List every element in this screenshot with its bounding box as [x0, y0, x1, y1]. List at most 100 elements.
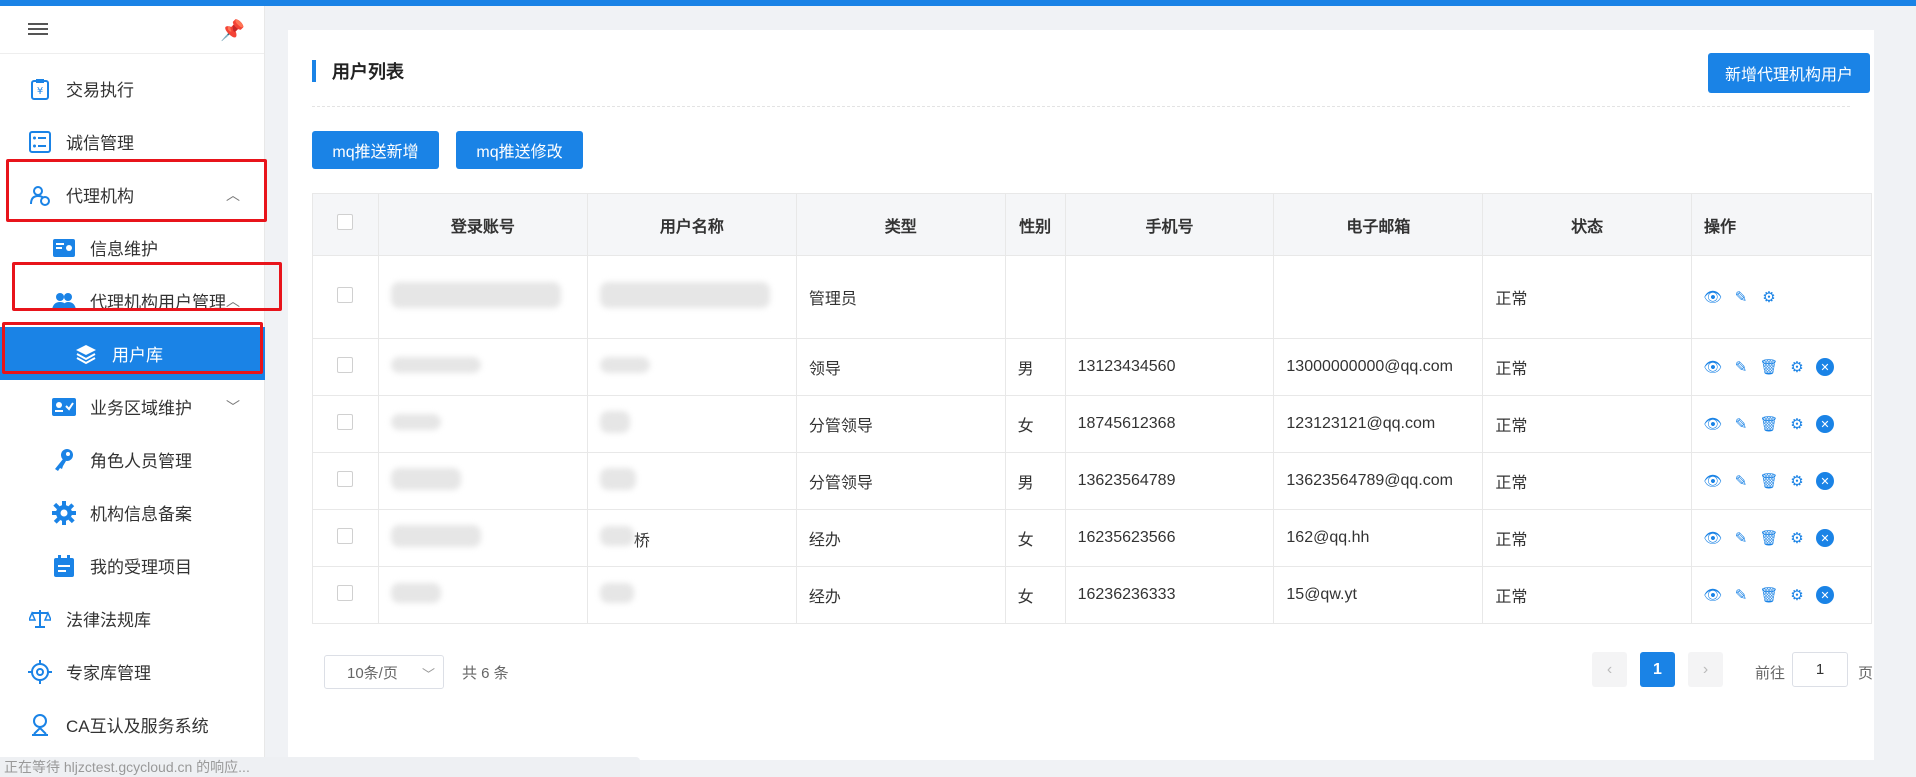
view-eye-icon[interactable]: 👁: [1703, 472, 1722, 490]
sidebar-item-laws[interactable]: 法律法规库: [0, 592, 265, 645]
edit-pencil-icon[interactable]: ✎: [1732, 358, 1750, 376]
edit-pencil-icon[interactable]: ✎: [1732, 529, 1750, 547]
view-eye-icon[interactable]: 👁: [1703, 529, 1722, 547]
redacted-text: [599, 410, 630, 433]
settings-gear-icon[interactable]: ⚙: [1788, 529, 1806, 547]
chevron-right-icon: ›: [1702, 660, 1709, 678]
sidebar-item-agency[interactable]: 代理机构 ︿: [0, 168, 265, 221]
mq-push-edit-button[interactable]: mq推送修改: [456, 131, 583, 169]
settings-gear-icon[interactable]: ⚙: [1788, 472, 1806, 490]
status-cell: 正常: [1482, 255, 1692, 339]
sidebar-item-role-personnel[interactable]: 角色人员管理: [0, 433, 265, 486]
page-title: 用户列表: [332, 62, 404, 82]
select-all-cell: [312, 193, 379, 256]
row-checkbox[interactable]: [337, 413, 354, 430]
row-checkbox[interactable]: [337, 584, 354, 601]
disable-close-icon[interactable]: ✕: [1816, 529, 1834, 547]
edit-pencil-icon[interactable]: ✎: [1732, 586, 1750, 604]
settings-gear-icon[interactable]: ⚙: [1760, 288, 1778, 306]
page-size-select[interactable]: 10条/页 ﹀: [324, 655, 444, 689]
edit-pencil-icon[interactable]: ✎: [1732, 415, 1750, 433]
sidebar-item-user-library[interactable]: 用户库: [0, 327, 265, 380]
sidebar-item-label: 专家库管理: [66, 664, 151, 683]
add-agency-user-button[interactable]: 新增代理机构用户: [1708, 53, 1870, 93]
total-count: 共 6 条: [462, 665, 509, 682]
table-row[interactable]: 桥 经办 女 16235623566 162@qq.hh 正常 👁 ✎ 🗑 ⚙ …: [312, 509, 1872, 567]
select-all-checkbox[interactable]: [337, 214, 354, 230]
actions-cell: 👁 ✎ 🗑 ⚙ ✕: [1691, 509, 1872, 567]
disable-close-icon[interactable]: ✕: [1816, 415, 1834, 433]
column-header: 手机号: [1064, 193, 1275, 256]
sidebar-item-my-projects[interactable]: 我的受理项目: [0, 539, 265, 592]
edit-pencil-icon[interactable]: ✎: [1732, 288, 1750, 306]
row-checkbox[interactable]: [337, 527, 354, 544]
sidebar-item-info-maintenance[interactable]: 信息维护: [0, 221, 265, 274]
sidebar-item-ca-system[interactable]: CA互认及服务系统: [0, 698, 265, 751]
row-select-cell: [312, 255, 379, 339]
sidebar-item-label: 代理机构: [66, 187, 134, 206]
row-checkbox[interactable]: [337, 470, 354, 487]
edit-pencil-icon[interactable]: ✎: [1732, 472, 1750, 490]
row-checkbox[interactable]: [337, 356, 354, 373]
mq-push-add-button[interactable]: mq推送新增: [312, 131, 439, 169]
sidebar-item-expert-library[interactable]: 专家库管理: [0, 645, 265, 698]
sidebar-item-integrity[interactable]: 诚信管理: [0, 115, 265, 168]
settings-gear-icon[interactable]: ⚙: [1788, 586, 1806, 604]
user-table: 登录账号 用户名称 类型 性别 手机号 电子邮箱 状态 操作 管理员 正常 👁 …: [312, 193, 1872, 624]
sidebar-item-label: 机构信息备案: [90, 505, 192, 524]
user-name-cell: [586, 452, 797, 510]
row-checkbox[interactable]: [337, 286, 354, 303]
view-eye-icon[interactable]: 👁: [1703, 288, 1722, 306]
user-name-cell: 桥: [586, 509, 797, 567]
disable-close-icon[interactable]: ✕: [1816, 358, 1834, 376]
sidebar-item-label: 我的受理项目: [90, 558, 192, 577]
view-eye-icon[interactable]: 👁: [1703, 358, 1722, 376]
goto-page-input[interactable]: [1792, 652, 1848, 687]
ca-badge-icon: [28, 713, 52, 737]
table-header-row: 登录账号 用户名称 类型 性别 手机号 电子邮箱 状态 操作: [312, 193, 1872, 256]
redacted-text: [390, 281, 561, 308]
phone-cell: 13623564789: [1064, 452, 1275, 510]
email-cell: 15@qw.yt: [1273, 566, 1484, 624]
sidebar-item-agency-user-management[interactable]: 代理机构用户管理 ︿: [0, 274, 265, 327]
view-eye-icon[interactable]: 👁: [1703, 586, 1722, 604]
delete-trash-icon[interactable]: 🗑: [1759, 472, 1778, 490]
sidebar-item-label: 用户库: [112, 346, 163, 365]
view-eye-icon[interactable]: 👁: [1703, 415, 1722, 433]
user-name-cell: [586, 338, 797, 396]
email-cell: 13000000000@qq.com: [1273, 338, 1484, 396]
sidebar-item-agency-filing[interactable]: 机构信息备案: [0, 486, 265, 539]
next-page-button[interactable]: ›: [1688, 652, 1723, 687]
gender-cell: 男: [1004, 338, 1066, 396]
pin-icon[interactable]: 📌: [220, 18, 245, 43]
hamburger-menu-icon[interactable]: [28, 20, 48, 40]
prev-page-button[interactable]: ‹: [1592, 652, 1627, 687]
delete-trash-icon[interactable]: 🗑: [1759, 586, 1778, 604]
login-account-cell: [377, 452, 588, 510]
table-row[interactable]: 领导 男 13123434560 13000000000@qq.com 正常 👁…: [312, 338, 1872, 396]
main-panel: 用户列表 新增代理机构用户 mq推送新增 mq推送修改 登录账号 用户名称 类型…: [288, 30, 1874, 760]
page-number-button[interactable]: 1: [1640, 652, 1675, 687]
table-row[interactable]: 管理员 正常 👁 ✎ ⚙: [312, 255, 1872, 339]
disable-close-icon[interactable]: ✕: [1816, 472, 1834, 490]
delete-trash-icon[interactable]: 🗑: [1759, 415, 1778, 433]
settings-gear-icon[interactable]: ⚙: [1788, 358, 1806, 376]
type-cell: 经办: [795, 509, 1006, 567]
phone-cell: 13123434560: [1064, 338, 1275, 396]
sidebar-item-business-region[interactable]: 业务区域维护 ﹀: [0, 380, 265, 433]
table-row[interactable]: 经办 女 16236236333 15@qw.yt 正常 👁 ✎ 🗑 ⚙ ✕: [312, 566, 1872, 624]
column-header: 操作: [1691, 193, 1872, 256]
table-row[interactable]: 分管领导 男 13623564789 13623564789@qq.com 正常…: [312, 452, 1872, 510]
info-card-icon: [52, 236, 76, 260]
delete-trash-icon[interactable]: 🗑: [1759, 529, 1778, 547]
delete-trash-icon[interactable]: 🗑: [1759, 358, 1778, 376]
title-divider: [312, 106, 1850, 107]
status-cell: 正常: [1482, 395, 1692, 453]
key-icon: [52, 448, 76, 472]
sidebar-item-trade[interactable]: ¥ 交易执行: [0, 62, 265, 115]
table-row[interactable]: 分管领导 女 18745612368 123123121@qq.com 正常 👁…: [312, 395, 1872, 453]
redacted-text: [599, 525, 634, 546]
redacted-text: [599, 582, 634, 603]
disable-close-icon[interactable]: ✕: [1816, 586, 1834, 604]
settings-gear-icon[interactable]: ⚙: [1788, 415, 1806, 433]
